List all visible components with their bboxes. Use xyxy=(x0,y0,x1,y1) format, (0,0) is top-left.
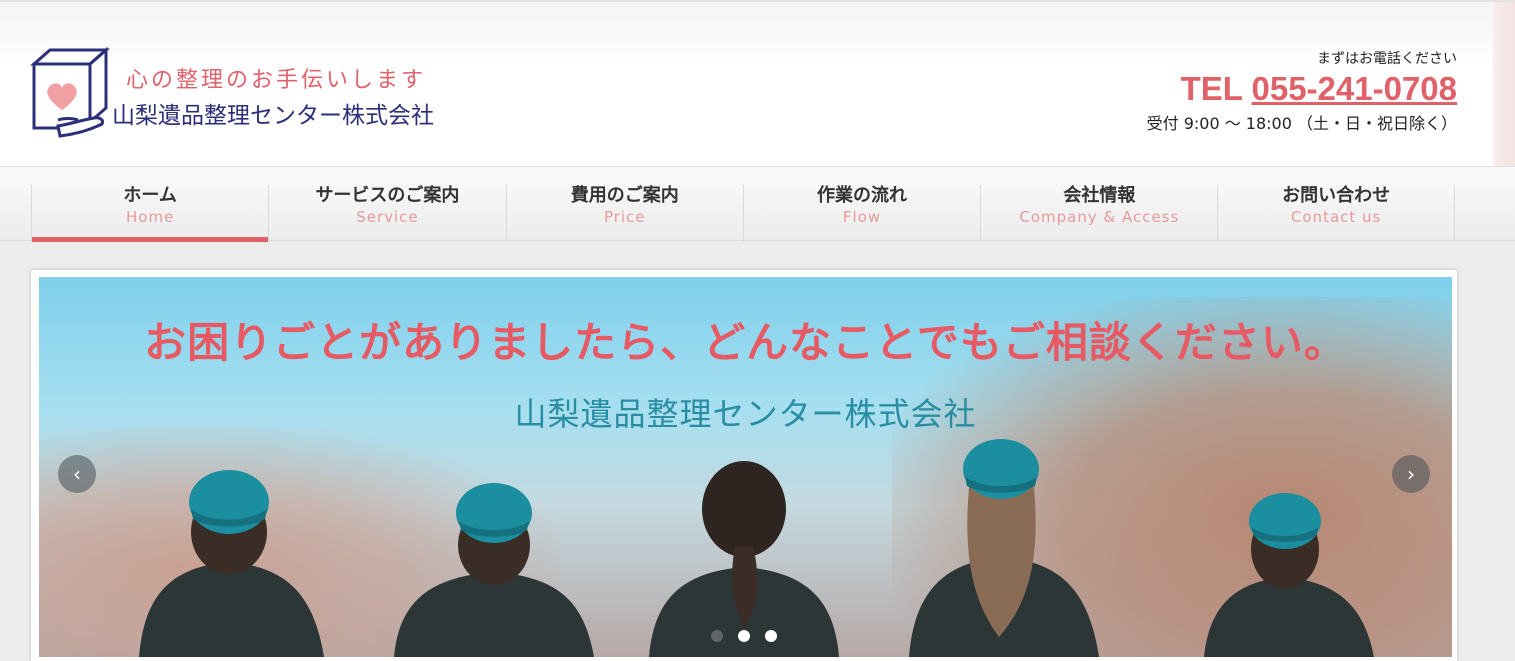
phone-number-link[interactable]: 055-241-0708 xyxy=(1251,70,1457,107)
nav-label: お問い合わせ xyxy=(1282,185,1391,206)
nav-label: ホーム xyxy=(123,185,177,206)
staff-person xyxy=(139,470,324,657)
nav-sublabel: Service xyxy=(356,208,419,226)
slider-prev-button[interactable]: ‹ xyxy=(58,455,96,493)
business-hours: 受付 9:00 ～ 18:00 （土・日・祝日除く） xyxy=(1146,114,1457,133)
slide-subheadline: 山梨遺品整理センター株式会社 xyxy=(514,395,977,433)
phone-line: TEL 055-241-0708 xyxy=(1037,70,1457,108)
contact-block: まずはお電話ください TEL 055-241-0708 受付 9:00 ～ 18… xyxy=(1037,48,1457,134)
slider-dot-3[interactable] xyxy=(765,630,777,642)
nav-label: 費用のご案内 xyxy=(570,185,679,206)
nav-label: 作業の流れ xyxy=(817,185,908,206)
hero-slider: お困りごとがありましたら、どんなことでもご相談ください。 山梨遺品整理センター株… xyxy=(31,270,1457,661)
site-logo[interactable]: 心の整理のお手伝いします 山梨遺品整理センター株式会社 xyxy=(30,46,460,141)
slider-dot-1[interactable] xyxy=(711,630,723,642)
nav-label: サービスのご案内 xyxy=(315,185,460,206)
nav-sublabel: Price xyxy=(603,208,646,226)
nav-sublabel: Flow xyxy=(842,208,882,226)
header-edge-decoration xyxy=(1493,2,1515,168)
staff-person xyxy=(649,461,839,657)
nav-label: 会社情報 xyxy=(1063,185,1136,206)
nav-item-company[interactable]: 会社情報 Company & Access xyxy=(980,185,1217,242)
nav-item-contact[interactable]: お問い合わせ Contact us xyxy=(1217,185,1455,242)
staff-person xyxy=(909,439,1099,657)
chevron-left-icon: ‹ xyxy=(73,462,81,486)
nav-item-flow[interactable]: 作業の流れ Flow xyxy=(742,185,980,242)
staff-person xyxy=(394,483,594,657)
slider-pagination xyxy=(711,630,777,642)
nav-sublabel: Contact us xyxy=(1290,208,1382,226)
box-heart-hand-icon xyxy=(30,46,110,138)
nav-sublabel: Home xyxy=(126,208,175,226)
nav-sublabel: Company & Access xyxy=(1019,208,1180,226)
global-nav: ホーム Home サービスのご案内 Service 費用のご案内 Price 作… xyxy=(0,166,1515,242)
nav-item-price[interactable]: 費用のご案内 Price xyxy=(505,185,743,242)
chevron-right-icon: › xyxy=(1407,462,1415,486)
logo-tagline: 心の整理のお手伝いします xyxy=(126,68,427,93)
nav-item-home[interactable]: ホーム Home xyxy=(31,185,269,242)
site-header: 心の整理のお手伝いします 山梨遺品整理センター株式会社 まずはお電話ください T… xyxy=(0,0,1515,168)
tel-label: TEL xyxy=(1180,70,1243,107)
contact-prompt: まずはお電話ください xyxy=(1317,51,1457,67)
staff-person xyxy=(1204,493,1374,657)
slider-next-button[interactable]: › xyxy=(1392,455,1430,493)
slider-dot-2[interactable] xyxy=(738,630,750,642)
slide-headline: お困りごとがありましたら、どんなことでもご相談ください。 xyxy=(144,318,1347,367)
logo-company-name: 山梨遺品整理センター株式会社 xyxy=(112,103,434,129)
nav-item-service[interactable]: サービスのご案内 Service xyxy=(268,185,505,242)
slide-image: お困りごとがありましたら、どんなことでもご相談ください。 山梨遺品整理センター株… xyxy=(39,277,1452,657)
